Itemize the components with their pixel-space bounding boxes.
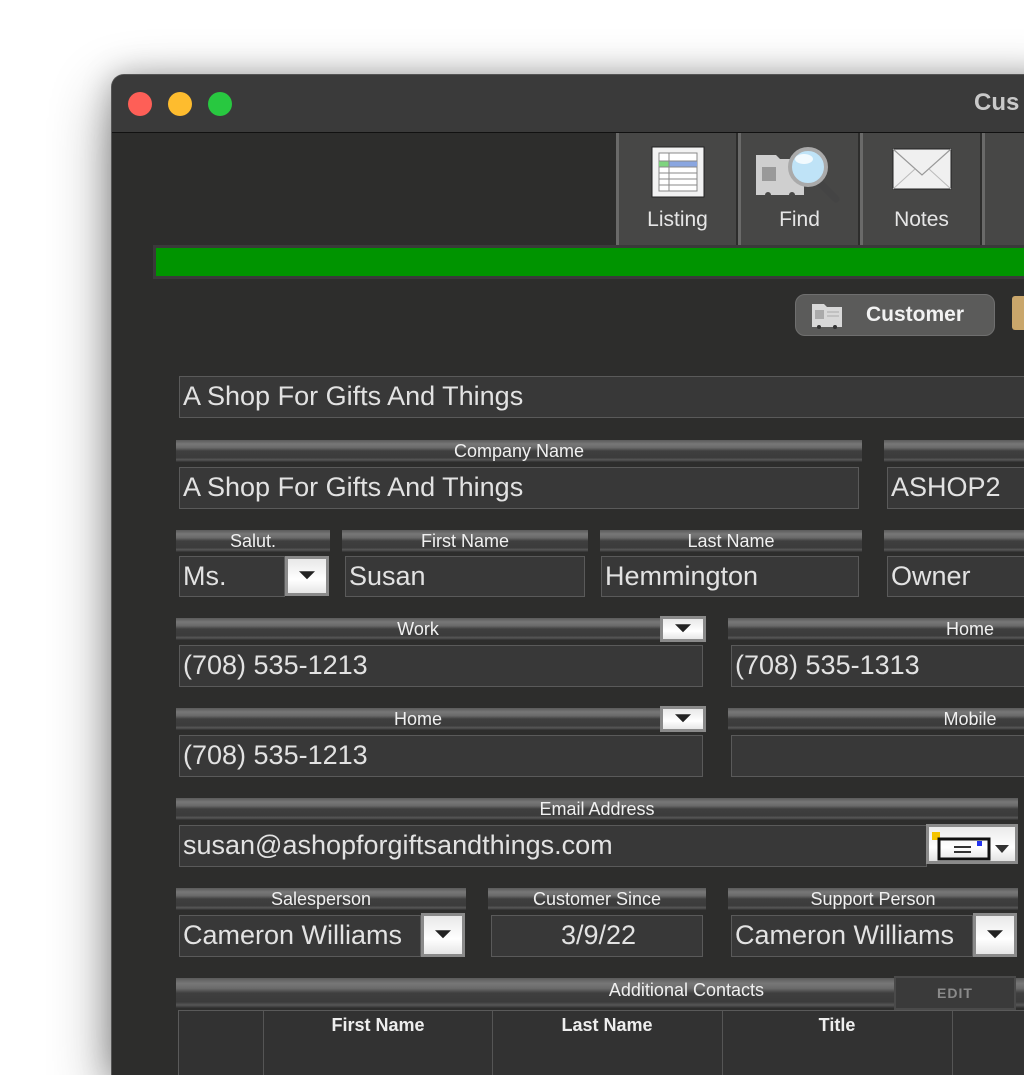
col-divider <box>952 1011 953 1075</box>
additional-contacts-table: First Name Last Name Title <box>178 1010 1024 1075</box>
send-email-button[interactable] <box>926 824 1018 864</box>
title-bar: Cus <box>112 75 1024 133</box>
send-email-icon <box>932 832 1009 861</box>
phone3-label: Home <box>176 708 660 730</box>
notes-label: Notes <box>894 208 949 231</box>
customer-id-label: Cu <box>884 440 1024 462</box>
col-header-title[interactable]: Title <box>723 1015 951 1036</box>
tab-customer[interactable]: Customer <box>795 294 995 336</box>
salutation-label: Salut. <box>176 530 330 552</box>
last-name-input[interactable]: Hemmington <box>601 556 859 597</box>
support-person-dropdown[interactable] <box>973 913 1017 957</box>
close-button[interactable] <box>128 92 152 116</box>
find-button[interactable]: Find <box>738 133 858 245</box>
col-header-first-name[interactable]: First Name <box>264 1015 492 1036</box>
notes-button[interactable]: Notes <box>860 133 980 245</box>
listing-button[interactable]: Listing <box>616 133 736 245</box>
last-name-label: Last Name <box>600 530 862 552</box>
salesperson-label: Salesperson <box>176 888 466 910</box>
phone2-input[interactable]: (708) 535-1313 <box>731 645 1024 687</box>
title-label <box>884 530 1024 552</box>
email-label: Email Address <box>176 798 1018 820</box>
company-name-input[interactable]: A Shop For Gifts And Things <box>179 467 859 509</box>
window-title: Cus <box>974 89 1020 116</box>
phone3-input[interactable]: (708) 535-1213 <box>179 735 703 777</box>
phone1-type-dropdown[interactable] <box>660 616 706 642</box>
customer-id-input[interactable]: ASHOP2 <box>887 467 1024 509</box>
listing-label: Listing <box>647 208 708 231</box>
phone4-label-text: Mobile <box>943 709 997 729</box>
phone1-label: Work <box>176 618 660 640</box>
toolbar-button-more[interactable] <box>982 133 1024 245</box>
envelope-icon <box>892 148 951 190</box>
customer-since-input[interactable]: 3/9/22 <box>491 915 703 957</box>
progress-bar <box>153 245 1024 279</box>
salutation-input[interactable]: Ms. <box>179 556 285 597</box>
tab-next[interactable] <box>1012 296 1024 330</box>
first-name-label: First Name <box>342 530 588 552</box>
progress-fill <box>156 248 1024 276</box>
support-person-label: Support Person <box>728 888 1018 910</box>
email-input[interactable]: susan@ashopforgiftsandthings.com <box>179 825 927 867</box>
col-header-last-name[interactable]: Last Name <box>493 1015 721 1036</box>
find-label: Find <box>779 208 820 231</box>
phone4-input[interactable] <box>731 735 1024 777</box>
phone2-label-text: Home <box>945 619 994 639</box>
customer-since-label: Customer Since <box>488 888 706 910</box>
minimize-button[interactable] <box>168 92 192 116</box>
phone1-input[interactable]: (708) 535-1213 <box>179 645 703 687</box>
support-person-input[interactable]: Cameron Williams <box>731 915 973 957</box>
salesperson-input[interactable]: Cameron Williams <box>179 915 421 957</box>
phone2-label: Home <box>728 618 1024 640</box>
salesperson-dropdown[interactable] <box>421 913 465 957</box>
title-input[interactable]: Owner <box>887 556 1024 597</box>
salutation-dropdown[interactable] <box>285 556 329 596</box>
phone4-label: Mobile <box>728 708 1024 730</box>
header-display-field: A Shop For Gifts And Things <box>179 376 1024 418</box>
company-name-label: Company Name <box>176 440 862 462</box>
additional-contacts-edit-button[interactable]: EDIT <box>894 976 1016 1010</box>
app-window: Cus Listing Find Notes Customer A Shop F… <box>112 75 1024 1075</box>
additional-contacts-label-text: Additional Contacts <box>608 980 764 1000</box>
first-name-input[interactable]: Susan <box>345 556 585 597</box>
magnifier-find-icon <box>755 147 839 203</box>
phone3-type-dropdown[interactable] <box>660 706 706 732</box>
card-file-icon <box>812 304 842 329</box>
tab-customer-label: Customer <box>866 303 965 326</box>
zoom-button[interactable] <box>208 92 232 116</box>
table-list-icon <box>651 146 704 198</box>
